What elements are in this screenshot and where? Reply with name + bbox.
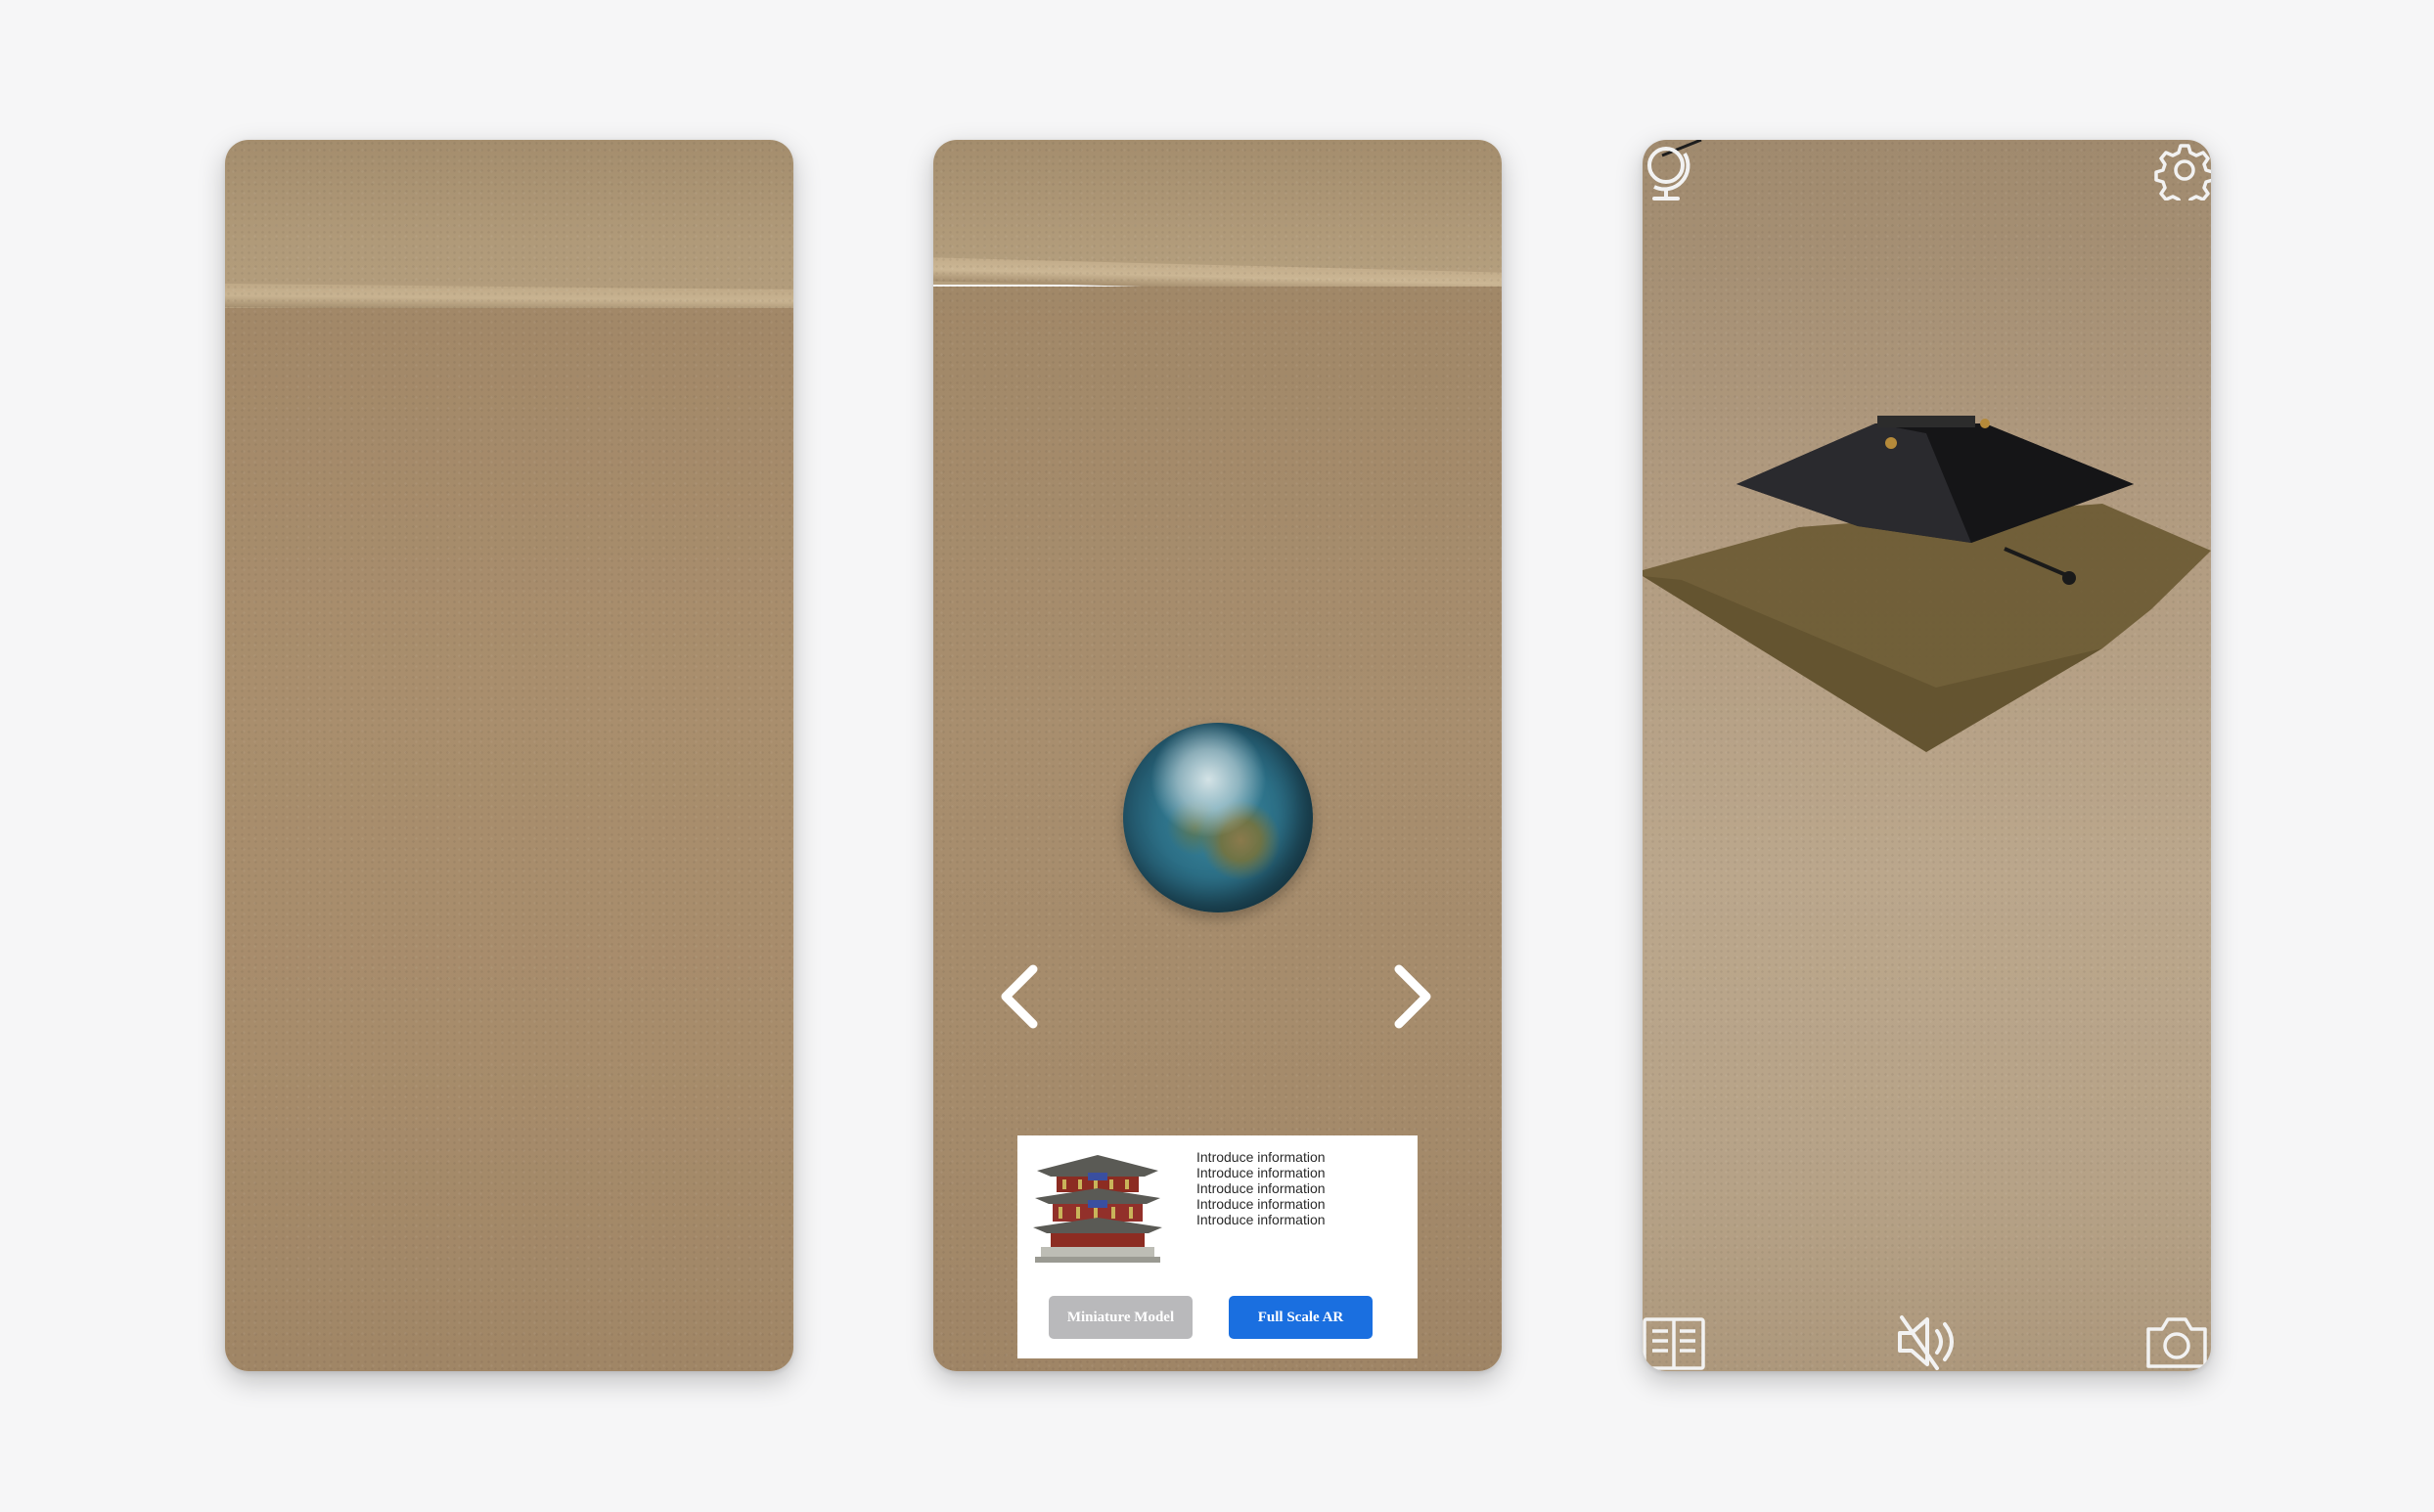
phone-screen-camera-scan[interactable]: [225, 140, 793, 1371]
chevron-left-icon[interactable]: [994, 957, 1053, 1036]
info-line: Introduce information: [1196, 1149, 1326, 1165]
pagoda-roof-model[interactable]: [1643, 140, 2211, 1371]
miniature-model-button[interactable]: Miniature Model: [1049, 1296, 1193, 1339]
info-line: Introduce information: [1196, 1180, 1326, 1196]
info-line: Introduce information: [1196, 1212, 1326, 1227]
pagoda-thumbnail: [1029, 1149, 1166, 1265]
camera-icon[interactable]: [2144, 1312, 2209, 1370]
wall: [225, 140, 793, 308]
phone-screen-ar-placement[interactable]: [1643, 140, 2211, 1371]
info-line: Introduce information: [1196, 1165, 1326, 1180]
globe-stand-icon[interactable]: [1643, 140, 1695, 204]
showcase-stage: Introduce information Introduce informat…: [0, 0, 2434, 1512]
chevron-right-icon[interactable]: [1381, 957, 1440, 1036]
info-text-list: Introduce information Introduce informat…: [1196, 1149, 1326, 1227]
globe-model-preview[interactable]: [1123, 723, 1313, 912]
model-info-card: Introduce information Introduce informat…: [1017, 1135, 1418, 1358]
catalog-icon[interactable]: [1643, 1315, 1707, 1371]
phone-screen-model-selector[interactable]: Introduce information Introduce informat…: [933, 140, 1502, 1371]
carpet-floor: [225, 308, 793, 1371]
mute-icon[interactable]: [1892, 1312, 1961, 1371]
camera-feed[interactable]: [225, 140, 793, 1371]
full-scale-ar-button[interactable]: Full Scale AR: [1229, 1296, 1373, 1339]
info-line: Introduce information: [1196, 1196, 1326, 1212]
settings-icon[interactable]: [2154, 140, 2211, 208]
